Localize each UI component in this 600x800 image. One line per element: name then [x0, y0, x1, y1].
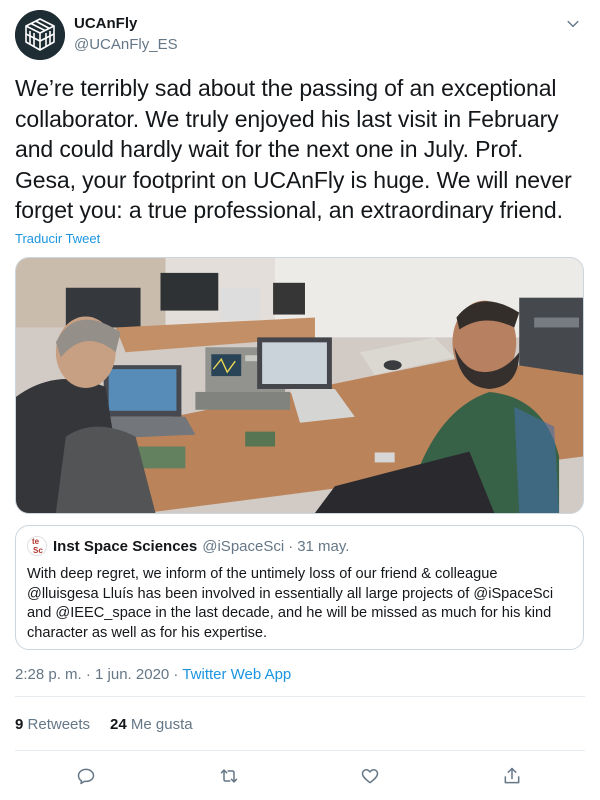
- retweets-stat[interactable]: 9 Retweets: [15, 716, 90, 733]
- quoted-avatar: te Sc: [27, 536, 47, 556]
- user-handle[interactable]: @UCAnFly_ES: [74, 35, 178, 55]
- chevron-down-icon[interactable]: [563, 14, 583, 34]
- tweet-photo[interactable]: [15, 257, 584, 514]
- quoted-text: With deep regret, we inform of the untim…: [27, 566, 554, 642]
- divider: [15, 696, 585, 697]
- tweet-header: UCAnFly @UCAnFly_ES: [15, 10, 585, 60]
- separator-dot: ·: [288, 537, 294, 555]
- timestamp[interactable]: 2:28 p. m. · 1 jun. 2020: [15, 666, 169, 683]
- likes-stat[interactable]: 24 Me gusta: [110, 716, 193, 733]
- translate-tweet-link[interactable]: Traducir Tweet: [15, 231, 100, 246]
- tweet-meta: 2:28 p. m. · 1 jun. 2020 · Twitter Web A…: [15, 666, 291, 683]
- quoted-handle: @iSpaceSci: [202, 537, 285, 555]
- retweet-icon[interactable]: [218, 765, 240, 787]
- quoted-display-name: Inst Space Sciences: [53, 537, 198, 555]
- engagement-stats: 9 Retweets 24 Me gusta: [15, 716, 193, 733]
- quoted-tweet[interactable]: te Sc Inst Space Sciences @iSpaceSci · 3…: [15, 525, 584, 650]
- source-link[interactable]: Twitter Web App: [182, 666, 291, 683]
- share-icon[interactable]: [501, 765, 523, 787]
- cube-logo-icon: [15, 10, 65, 60]
- display-name[interactable]: UCAnFly: [74, 14, 178, 34]
- heart-icon[interactable]: [359, 765, 381, 787]
- tweet-detail: UCAnFly @UCAnFly_ES We’re terribly sad a…: [0, 0, 600, 800]
- quoted-date: 31 may.: [297, 537, 350, 555]
- meta-separator: ·: [169, 666, 183, 683]
- reply-icon[interactable]: [75, 765, 97, 787]
- divider: [15, 750, 585, 751]
- tweet-text: We’re terribly sad about the passing of …: [15, 75, 572, 223]
- avatar[interactable]: [15, 10, 65, 60]
- action-bar: [0, 765, 600, 787]
